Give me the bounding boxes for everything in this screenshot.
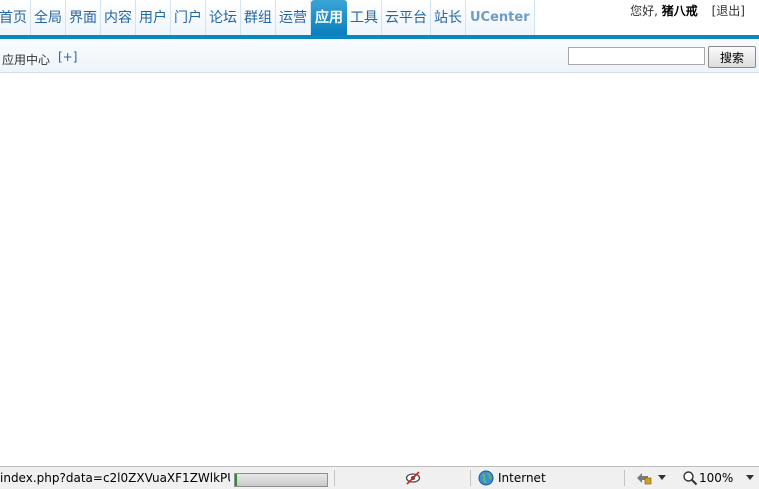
- greeting-text: 您好,: [630, 4, 658, 18]
- nav-tab-interface[interactable]: 界面: [66, 0, 101, 35]
- status-url: index.php?data=c2l0ZXVuaXF1ZWlkPURY: [0, 471, 230, 485]
- nav-tab-portal[interactable]: 门户: [171, 0, 206, 35]
- zoom-icon[interactable]: [682, 470, 698, 486]
- security-zone-label: Internet: [498, 471, 546, 485]
- add-shortcut-link[interactable]: [+]: [58, 50, 77, 64]
- status-separator: [334, 470, 335, 486]
- search-button[interactable]: 搜索: [708, 46, 756, 68]
- protected-mode-icon[interactable]: [634, 470, 652, 486]
- top-header: 首页 全局 界面 内容 用户 门户 论坛 群组 运营 应用 工具 云平台 站长 …: [0, 0, 759, 35]
- nav-tab-webmaster[interactable]: 站长: [431, 0, 466, 35]
- nav-tab-cloud-platform[interactable]: 云平台: [382, 0, 431, 35]
- main-content: [0, 73, 759, 466]
- status-separator: [624, 470, 625, 486]
- sub-header: 应用中心 [+] 搜索: [0, 39, 759, 73]
- nav-tab-ucenter[interactable]: UCenter: [466, 0, 535, 35]
- browser-status-bar: index.php?data=c2l0ZXVuaXF1ZWlkPURY Inte…: [0, 466, 759, 489]
- username: 猪八戒: [661, 4, 698, 18]
- user-info: 您好, 猪八戒 [退出]: [630, 2, 745, 19]
- nav-tab-global[interactable]: 全局: [31, 0, 66, 35]
- nav-tab-home[interactable]: 首页: [0, 0, 31, 35]
- zoom-level: 100%: [699, 471, 734, 485]
- nav-tab-groups[interactable]: 群组: [241, 0, 276, 35]
- chevron-down-icon[interactable]: [746, 475, 754, 480]
- nav-tab-apps[interactable]: 应用: [311, 0, 347, 35]
- globe-icon: [478, 470, 494, 486]
- nav-tab-content[interactable]: 内容: [101, 0, 136, 35]
- page-title: 应用中心: [2, 53, 51, 67]
- status-separator: [470, 470, 471, 486]
- nav-tab-operations[interactable]: 运营: [276, 0, 311, 35]
- nav-tab-forum[interactable]: 论坛: [206, 0, 241, 35]
- nav-tab-tools[interactable]: 工具: [347, 0, 382, 35]
- logout-link[interactable]: [退出]: [712, 4, 745, 18]
- main-nav: 首页 全局 界面 内容 用户 门户 论坛 群组 运营 应用 工具 云平台 站长 …: [0, 0, 535, 35]
- chevron-down-icon[interactable]: [658, 475, 666, 480]
- search-input[interactable]: [568, 47, 705, 65]
- progress-bar: [234, 473, 328, 487]
- nav-tab-users[interactable]: 用户: [136, 0, 171, 35]
- eye-privacy-icon[interactable]: [405, 470, 421, 486]
